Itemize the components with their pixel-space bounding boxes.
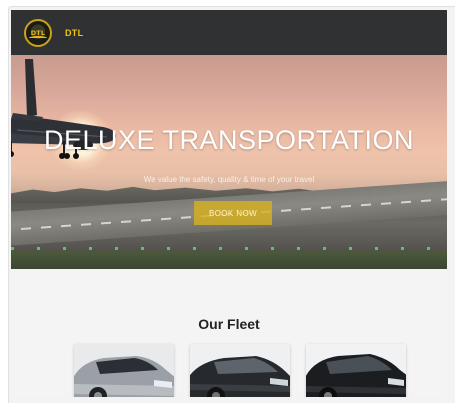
runway-lights [11, 247, 447, 250]
black-luxury-sedan-image [306, 344, 406, 397]
hero-banner: DELUXE TRANSPORTATION We value the safet… [11, 55, 447, 269]
book-now-button[interactable]: BOOK NOW [194, 201, 272, 225]
logo-wing-icon [29, 35, 47, 40]
fleet-gallery [11, 344, 447, 397]
hero-title: DELUXE TRANSPORTATION [43, 125, 415, 155]
silver-sedan-image [74, 344, 174, 397]
black-sedan-image [190, 344, 290, 397]
fleet-title: Our Fleet [198, 316, 260, 332]
logo[interactable]: DTL [24, 18, 52, 47]
car-card-black-luxury-sedan[interactable] [306, 344, 406, 397]
grass-strip [11, 251, 447, 269]
brand-name[interactable]: DTL [65, 28, 83, 38]
navbar: DTL DTL [11, 10, 447, 55]
car-card-silver-sedan[interactable] [74, 344, 174, 397]
car-card-black-sedan[interactable] [190, 344, 290, 397]
hero-subtitle: We value the safety, quality & time of y… [143, 175, 315, 184]
website: DTL DTL DELUXE TRANSPORTATION We value t… [11, 10, 447, 397]
